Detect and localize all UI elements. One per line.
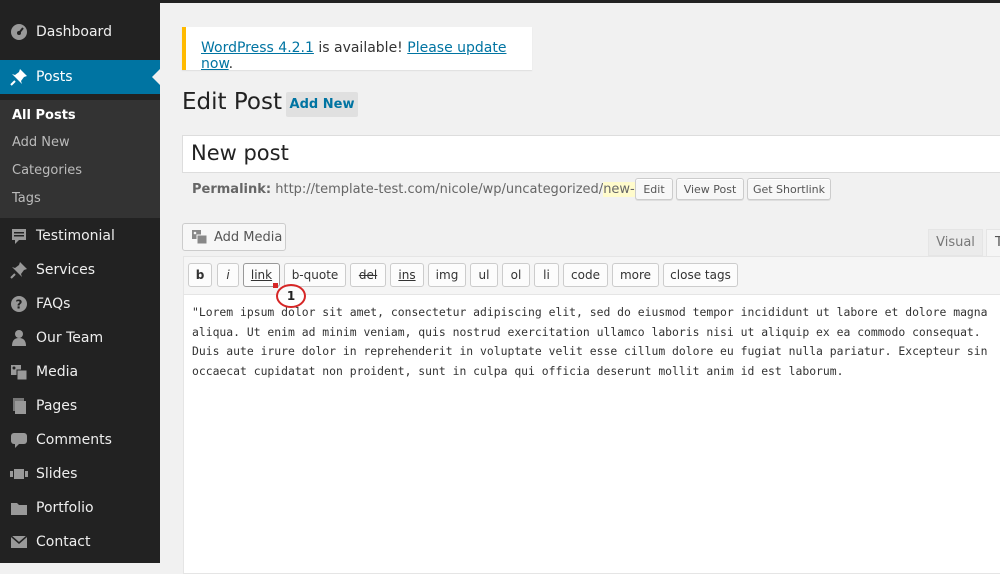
- slides-icon: [9, 464, 29, 484]
- permalink-base: http://template-test.com/nicole/wp/uncat…: [271, 182, 604, 197]
- sidebar-item-label: Portfolio: [36, 500, 94, 516]
- sidebar-item-label: Media: [36, 364, 79, 380]
- sidebar-item-faqs[interactable]: ? FAQs: [0, 287, 160, 321]
- sidebar-item-label: Testimonial: [36, 228, 115, 244]
- sidebar-item-label: Slides: [36, 466, 78, 482]
- add-new-button[interactable]: Add New: [286, 92, 358, 117]
- annotation-pointer: [273, 283, 278, 288]
- add-media-button[interactable]: Add Media: [182, 223, 286, 251]
- sidebar-item-testimonial[interactable]: Testimonial: [0, 219, 160, 253]
- sidebar-item-label: Services: [36, 262, 96, 278]
- media-icon: [191, 229, 209, 245]
- sidebar-item-services[interactable]: Services: [0, 253, 160, 287]
- help-icon: ?: [9, 294, 29, 314]
- sidebar-item-label: Dashboard: [36, 24, 112, 40]
- pin-icon: [9, 260, 29, 280]
- pin-icon: [9, 67, 29, 87]
- tab-visual[interactable]: Visual: [928, 229, 983, 256]
- sidebar-item-label: FAQs: [36, 296, 71, 312]
- sidebar-item-label: Comments: [36, 432, 112, 448]
- qt-del-button[interactable]: del: [350, 263, 386, 287]
- admin-sidebar: Dashboard Posts All Posts Add New Catego…: [0, 3, 160, 563]
- get-shortlink-button[interactable]: Get Shortlink: [747, 178, 831, 200]
- edit-permalink-button[interactable]: Edit: [635, 178, 673, 200]
- permalink-row: Permalink: http://template-test.com/nico…: [192, 182, 667, 197]
- sidebar-item-comments[interactable]: Comments: [0, 423, 160, 457]
- sidebar-item-contact[interactable]: Contact: [0, 525, 160, 559]
- annotation-marker: 1: [276, 284, 306, 308]
- sidebar-item-pages[interactable]: Pages: [0, 389, 160, 423]
- sidebar-item-label: Posts: [36, 69, 73, 85]
- content-line: occaecat cupidatat non proident, sunt in…: [192, 363, 844, 378]
- submenu-categories[interactable]: Categories: [12, 163, 82, 178]
- qt-ol-button[interactable]: ol: [502, 263, 530, 287]
- pages-icon: [9, 396, 29, 416]
- qt-italic-button[interactable]: i: [217, 263, 239, 287]
- sidebar-item-media[interactable]: Media: [0, 355, 160, 389]
- sidebar-item-our-team[interactable]: Our Team: [0, 321, 160, 355]
- content-line: "Lorem ipsum dolor sit amet, consectetur…: [192, 305, 988, 319]
- submenu-all-posts[interactable]: All Posts: [12, 108, 76, 123]
- folder-icon: [9, 498, 29, 518]
- post-content-text: "Lorem ipsum dolor sit amet, consectetur…: [192, 303, 1000, 381]
- sidebar-item-dashboard[interactable]: Dashboard: [0, 15, 160, 49]
- qt-li-button[interactable]: li: [534, 263, 559, 287]
- comment-icon: [9, 430, 29, 450]
- posts-submenu: All Posts Add New Categories Tags: [0, 100, 160, 218]
- post-title-input[interactable]: New post: [182, 135, 1000, 173]
- comment-alt-icon: [9, 226, 29, 246]
- qt-more-button[interactable]: more: [612, 263, 659, 287]
- notice-text: is available!: [313, 40, 408, 56]
- person-icon: [9, 328, 29, 348]
- qt-img-button[interactable]: img: [428, 263, 466, 287]
- qt-close-tags-button[interactable]: close tags: [663, 263, 738, 287]
- qt-ul-button[interactable]: ul: [470, 263, 498, 287]
- sidebar-item-slides[interactable]: Slides: [0, 457, 160, 491]
- qt-code-button[interactable]: code: [563, 263, 608, 287]
- page-title: Edit Post: [182, 89, 282, 115]
- permalink-label: Permalink:: [192, 182, 272, 197]
- qt-bold-button[interactable]: b: [188, 263, 212, 287]
- view-post-button[interactable]: View Post: [676, 178, 744, 200]
- dashboard-icon: [9, 22, 29, 42]
- sidebar-item-posts[interactable]: Posts: [0, 60, 160, 94]
- add-media-label: Add Media: [214, 229, 283, 245]
- tab-text[interactable]: T: [986, 229, 1000, 256]
- media-icon: [9, 362, 29, 382]
- sidebar-item-label: Pages: [36, 398, 78, 414]
- content-line: Duis aute irure dolor in reprehenderit i…: [192, 344, 988, 359]
- update-notice: WordPress 4.2.1 is available! Please upd…: [182, 27, 532, 72]
- sidebar-item-portfolio[interactable]: Portfolio: [0, 491, 160, 525]
- qt-ins-button[interactable]: ins: [390, 263, 424, 287]
- content-line: aliqua. Ut enim ad minim veniam, quis no…: [192, 324, 981, 339]
- submenu-tags[interactable]: Tags: [12, 191, 41, 206]
- sidebar-item-label: Our Team: [36, 330, 104, 346]
- wordpress-version-link[interactable]: WordPress 4.2.1: [201, 40, 314, 56]
- svg-text:?: ?: [16, 298, 23, 312]
- submenu-add-new[interactable]: Add New: [12, 135, 70, 150]
- sidebar-item-label: Contact: [36, 534, 91, 550]
- notice-end: .: [228, 56, 234, 72]
- mail-icon: [9, 532, 29, 552]
